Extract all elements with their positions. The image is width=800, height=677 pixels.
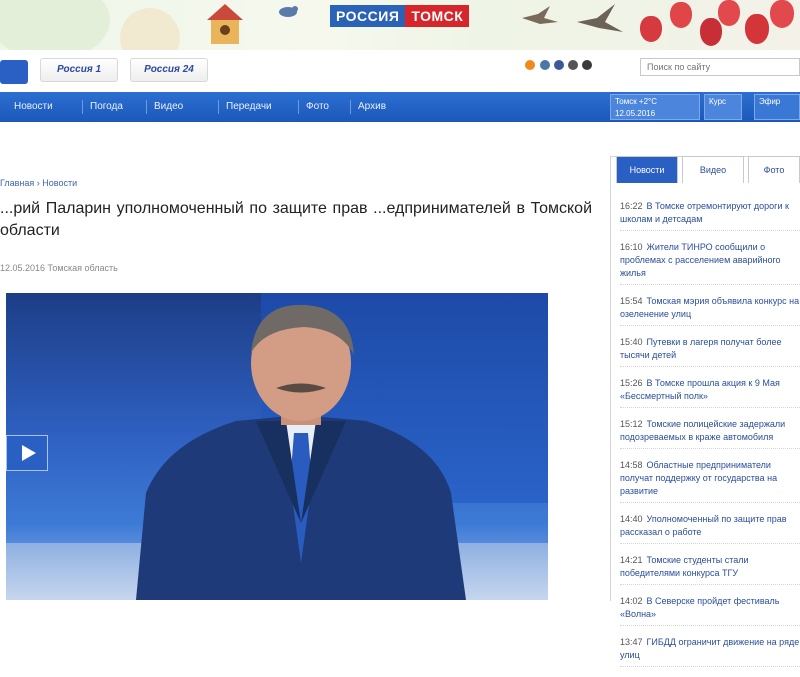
live-widget[interactable]: Эфир — [754, 94, 800, 120]
news-time: 14:58 — [620, 460, 643, 470]
news-headline: Областные предприниматели получат поддер… — [620, 460, 778, 496]
nav-separator — [218, 100, 219, 114]
news-headline: Томские полицейские задержали подозревае… — [620, 419, 786, 442]
news-time: 15:54 — [620, 296, 643, 306]
news-item[interactable]: 14:21 Томские студенты стали победителями… — [620, 554, 800, 585]
news-item[interactable]: 15:26 В Томске прошла акция к 9 Мая «Бесс… — [620, 377, 800, 408]
news-time: 15:26 — [620, 378, 643, 388]
banner-decoration — [120, 8, 180, 50]
article-title: ...рий Паларин уполномоченный по защите … — [0, 200, 592, 239]
play-button[interactable] — [6, 435, 48, 471]
banner-decoration — [0, 0, 110, 50]
news-time: 14:21 — [620, 555, 643, 565]
search-input[interactable] — [640, 58, 800, 76]
rss-icon[interactable] — [582, 60, 592, 70]
channel-chip-russia24[interactable]: Россия 24 — [130, 58, 208, 82]
bird-icon — [279, 6, 298, 17]
news-time: 14:02 — [620, 596, 643, 606]
news-headline: Томская мэрия объявила конкурс на озелен… — [620, 296, 800, 319]
article-date: 12.05.2016 Томская область — [0, 263, 118, 273]
logo-part-russia: РОССИЯ — [330, 5, 406, 27]
news-headline: Путевки в лагеря получат более тысячи де… — [620, 337, 782, 360]
news-time: 15:40 — [620, 337, 643, 347]
news-list: 16:22 В Томске отремонтируют дороги к шко… — [620, 200, 800, 677]
logo-part-tomsk: ТОМСК — [405, 5, 470, 27]
tulip-decoration — [640, 16, 662, 42]
nav-item-video[interactable]: Видео — [154, 92, 183, 122]
news-headline: ГИБДД ограничит движение на ряде улиц — [620, 637, 800, 660]
video-player[interactable] — [6, 293, 548, 600]
sidebar-tabs: Новости Видео Фото — [610, 156, 800, 184]
twitter-icon[interactable] — [568, 60, 578, 70]
channel-chip-russia1[interactable]: Россия 1 — [40, 58, 118, 82]
facebook-icon[interactable] — [554, 60, 564, 70]
tab-news[interactable]: Новости — [616, 156, 678, 183]
nav-item-programs[interactable]: Передачи — [226, 92, 272, 122]
news-item[interactable]: 16:10 Жители ТИНРО сообщили о проблемах с… — [620, 241, 800, 285]
vk-icon[interactable] — [540, 60, 550, 70]
news-item[interactable]: 14:40 Уполномоченный по защите прав расск… — [620, 513, 800, 544]
nav-separator — [298, 100, 299, 114]
news-time: 15:12 — [620, 419, 643, 429]
news-time: 16:22 — [620, 201, 643, 211]
news-time: 16:10 — [620, 242, 643, 252]
birdhouse-icon — [207, 4, 243, 44]
tulip-decoration — [670, 2, 692, 28]
nav-separator — [350, 100, 351, 114]
nav-separator — [82, 100, 83, 114]
news-item[interactable]: 13:47 ГИБДД ограничит движение на ряде ул… — [620, 636, 800, 667]
news-time: 14:40 — [620, 514, 643, 524]
news-headline: В Северске пройдет фестиваль «Волна» — [620, 596, 780, 619]
bird-icon — [522, 6, 558, 24]
tulip-decoration — [718, 0, 740, 26]
tulip-decoration — [745, 14, 769, 44]
news-item[interactable]: 15:12 Томские полицейские задержали подоз… — [620, 418, 800, 449]
main-nav: Новости Погода Видео Передачи Фото Архив… — [0, 92, 800, 122]
nav-item-photo[interactable]: Фото — [306, 92, 329, 122]
odnoklassniki-icon[interactable] — [525, 60, 535, 70]
breadcrumb[interactable]: Главная › Новости — [0, 178, 77, 188]
news-time: 13:47 — [620, 637, 643, 647]
home-chip[interactable] — [0, 60, 28, 84]
news-item[interactable]: 15:40 Путевки в лагеря получат более тыся… — [620, 336, 800, 367]
news-item[interactable]: 16:22 В Томске отремонтируют дороги к шко… — [620, 200, 800, 231]
nav-item-news[interactable]: Новости — [14, 92, 53, 122]
tulip-decoration — [700, 18, 722, 46]
nav-item-weather[interactable]: Погода — [90, 92, 123, 122]
site-logo[interactable]: РОССИЯ ТОМСК — [330, 5, 470, 27]
bird-icon — [577, 4, 623, 32]
news-headline: В Томске прошла акция к 9 Мая «Бессмертн… — [620, 378, 780, 401]
news-headline: Жители ТИНРО сообщили о проблемах с расс… — [620, 242, 781, 278]
news-item[interactable]: 15:54 Томская мэрия объявила конкурс на о… — [620, 295, 800, 326]
tulip-decoration — [770, 0, 794, 28]
top-banner: РОССИЯ ТОМСК — [0, 0, 800, 50]
currency-widget[interactable]: Курс — [704, 94, 742, 120]
news-item[interactable]: 14:58 Областные предприниматели получат п… — [620, 459, 800, 503]
weather-widget[interactable]: Томск +2°С 12.05.2016 — [610, 94, 700, 120]
nav-item-archive[interactable]: Архив — [358, 92, 386, 122]
nav-separator — [146, 100, 147, 114]
tab-photo[interactable]: Фото — [748, 156, 800, 183]
news-headline: В Томске отремонтируют дороги к школам и… — [620, 201, 789, 224]
news-headline: Уполномоченный по защите прав рассказал … — [620, 514, 787, 537]
tab-video[interactable]: Видео — [682, 156, 744, 183]
presenter-image — [136, 304, 466, 600]
